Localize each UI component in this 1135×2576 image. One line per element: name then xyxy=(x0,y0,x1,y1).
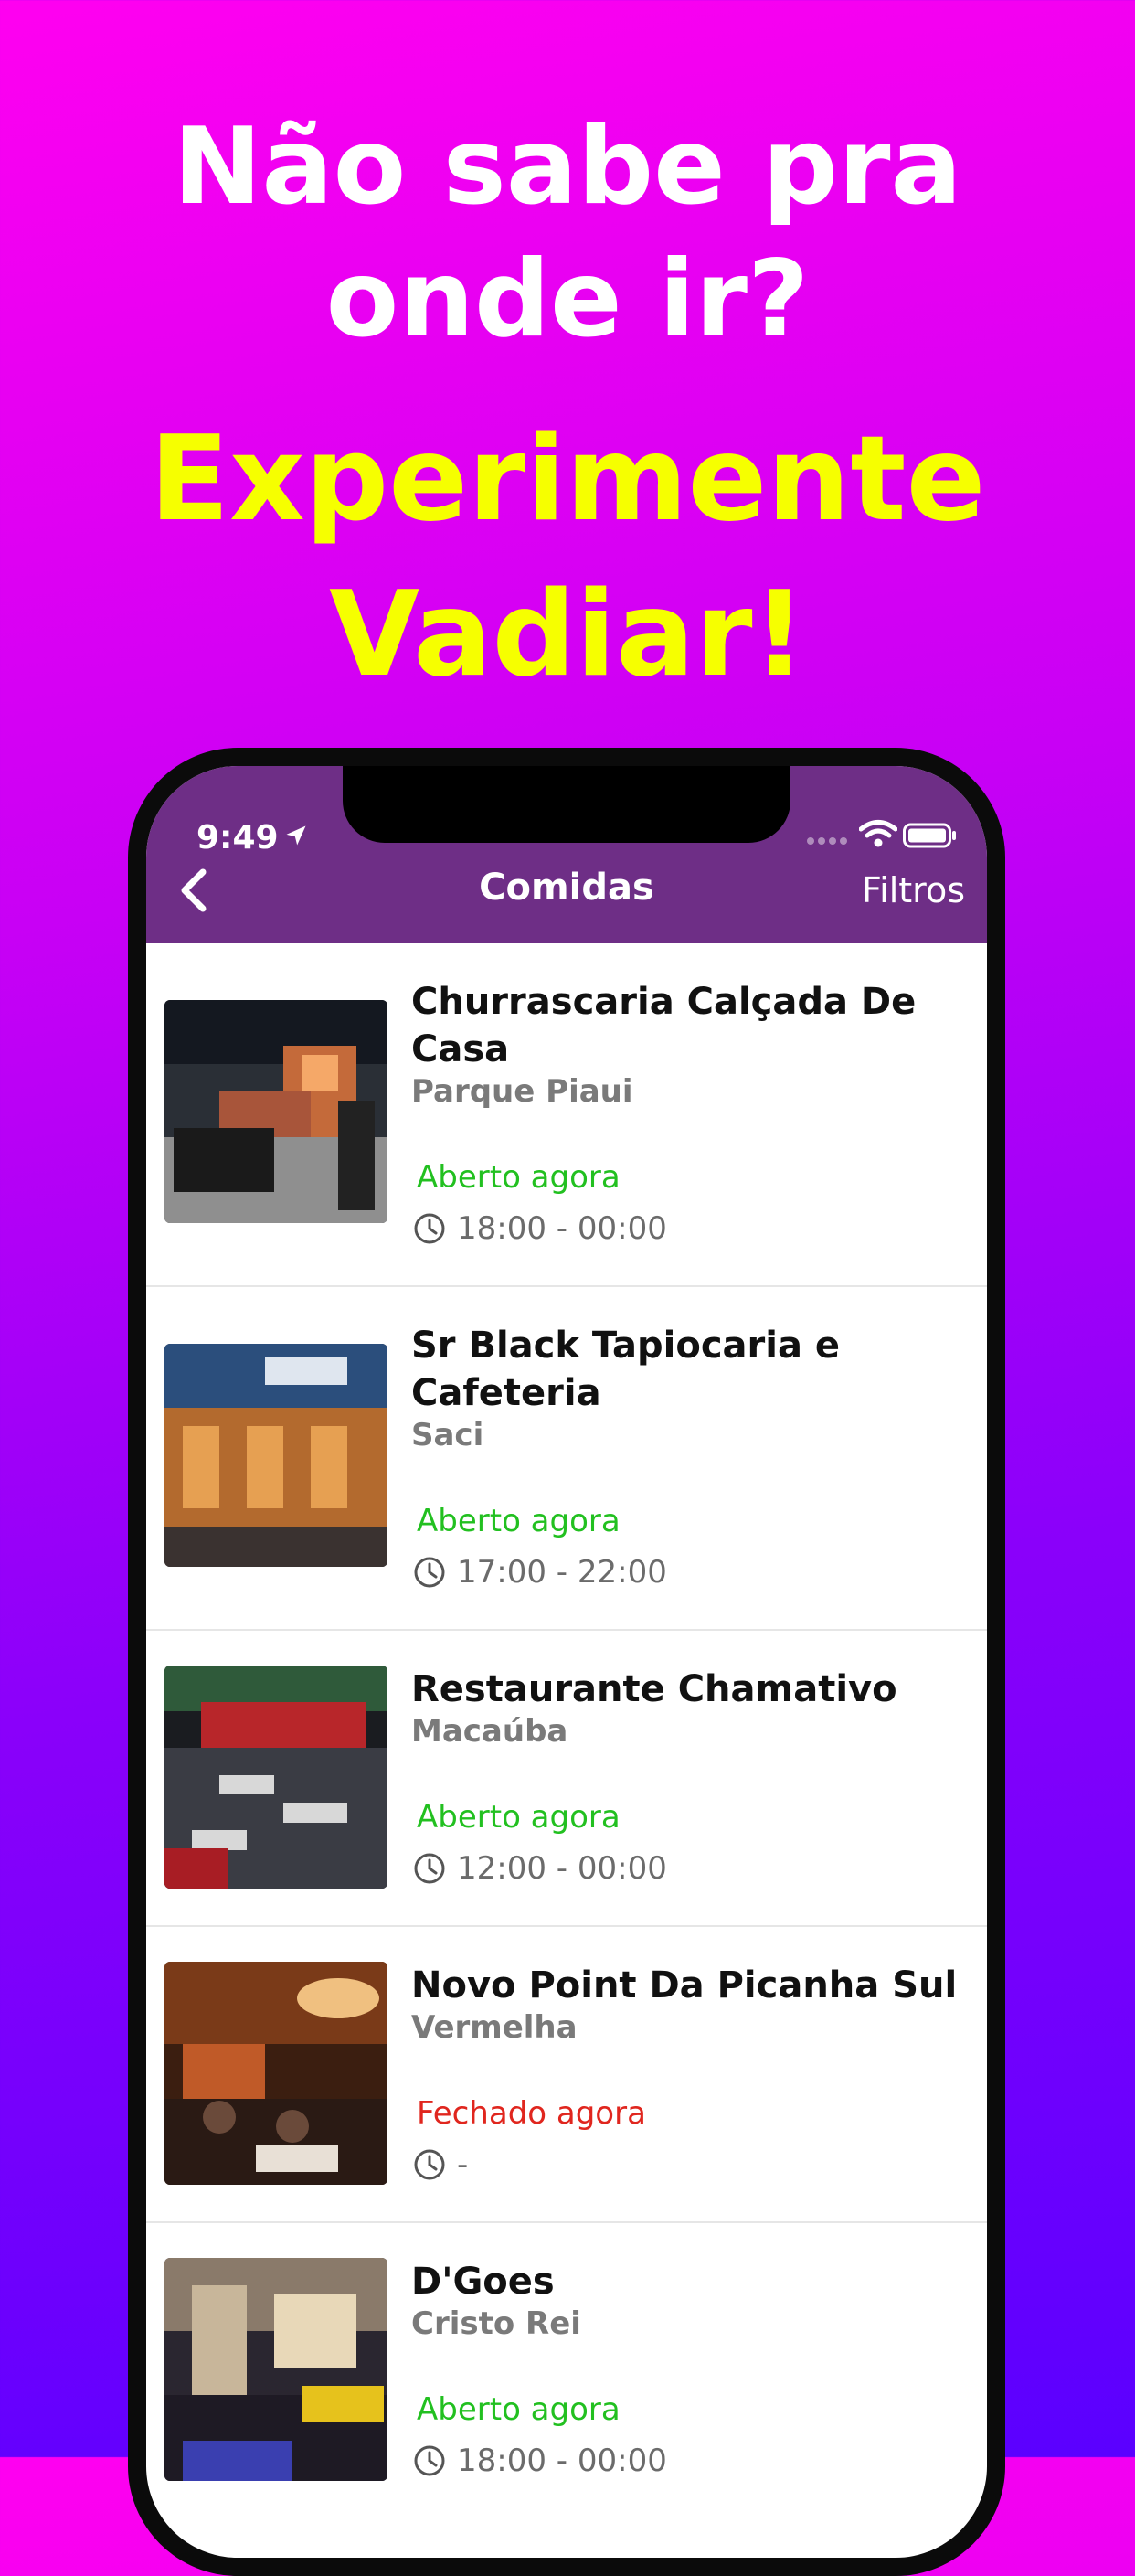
phone-frame: 9:49 Comidas Filtros Churrascaria Calçad… xyxy=(128,748,1005,2576)
phone-screen: 9:49 Comidas Filtros Churrascaria Calçad… xyxy=(146,766,987,2558)
opening-hours: - xyxy=(457,2146,469,2183)
restaurant-name: Sr Black Tapiocaria e Cafeteria xyxy=(411,1325,841,1414)
opening-hours: 12:00 - 00:00 xyxy=(457,1850,667,1887)
location-arrow-icon xyxy=(286,825,306,846)
clock-icon xyxy=(414,2445,445,2476)
list-item[interactable]: Novo Point Da Picanha Sul Vermelha Fecha… xyxy=(146,1927,987,2223)
restaurant-list: Churrascaria Calçada De Casa Parque Piau… xyxy=(146,943,987,2517)
wifi-icon xyxy=(859,820,897,847)
restaurant-neighborhood: Macaúba xyxy=(411,1713,568,1750)
promo-line: onde ir? xyxy=(325,238,810,361)
promo-headline: Não sabe pra onde ir? xyxy=(0,101,1135,366)
opening-hours: 17:00 - 22:00 xyxy=(457,1554,667,1591)
list-item[interactable]: Sr Black Tapiocaria e Cafeteria Saci Abe… xyxy=(146,1287,987,1631)
restaurant-neighborhood: Saci xyxy=(411,1417,484,1453)
restaurant-name: D'Goes xyxy=(411,2261,555,2303)
promo-line: Experimente xyxy=(149,411,986,548)
restaurant-photo xyxy=(164,2258,387,2481)
page-title: Comidas xyxy=(479,867,654,909)
clock-icon xyxy=(414,1557,445,1588)
promo-line: Não sabe pra xyxy=(173,105,962,229)
signal-icon xyxy=(807,837,847,845)
battery-icon xyxy=(903,823,956,848)
clock-icon xyxy=(414,1853,445,1884)
filter-button[interactable]: Filtros xyxy=(862,870,965,910)
open-status: Aberto agora xyxy=(417,1799,621,1836)
navigation-bar: 9:49 Comidas Filtros xyxy=(146,766,987,943)
list-item[interactable]: D'Goes Cristo Rei Aberto agora 18:00 - 0… xyxy=(146,2223,987,2517)
closed-status: Fechado agora xyxy=(417,2095,646,2132)
opening-hours: 18:00 - 00:00 xyxy=(457,2443,667,2479)
restaurant-photo xyxy=(164,1344,387,1567)
list-item[interactable]: Churrascaria Calçada De Casa Parque Piau… xyxy=(146,943,987,1287)
restaurant-photo xyxy=(164,1666,387,1889)
restaurant-neighborhood: Vermelha xyxy=(411,2009,578,2046)
list-item[interactable]: Restaurante Chamativo Macaúba Aberto ago… xyxy=(146,1631,987,1927)
opening-hours: 18:00 - 00:00 xyxy=(457,1210,667,1247)
restaurant-name: Churrascaria Calçada De Casa xyxy=(411,981,917,1070)
promo-line: Vadiar! xyxy=(329,567,806,703)
open-status: Aberto agora xyxy=(417,1503,621,1539)
restaurant-neighborhood: Parque Piaui xyxy=(411,1073,633,1110)
restaurant-photo xyxy=(164,1962,387,2185)
clock-icon xyxy=(414,1213,445,1244)
restaurant-name: Novo Point Da Picanha Sul xyxy=(411,1964,958,2007)
restaurant-neighborhood: Cristo Rei xyxy=(411,2305,581,2342)
open-status: Aberto agora xyxy=(417,2391,621,2428)
promo-tagline: Experimente Vadiar! xyxy=(0,402,1135,713)
clock-icon xyxy=(414,2149,445,2180)
status-time: 9:49 xyxy=(196,819,279,857)
restaurant-photo xyxy=(164,1000,387,1223)
phone-notch xyxy=(343,766,790,843)
restaurant-name: Restaurante Chamativo xyxy=(411,1668,897,1710)
open-status: Aberto agora xyxy=(417,1159,621,1196)
